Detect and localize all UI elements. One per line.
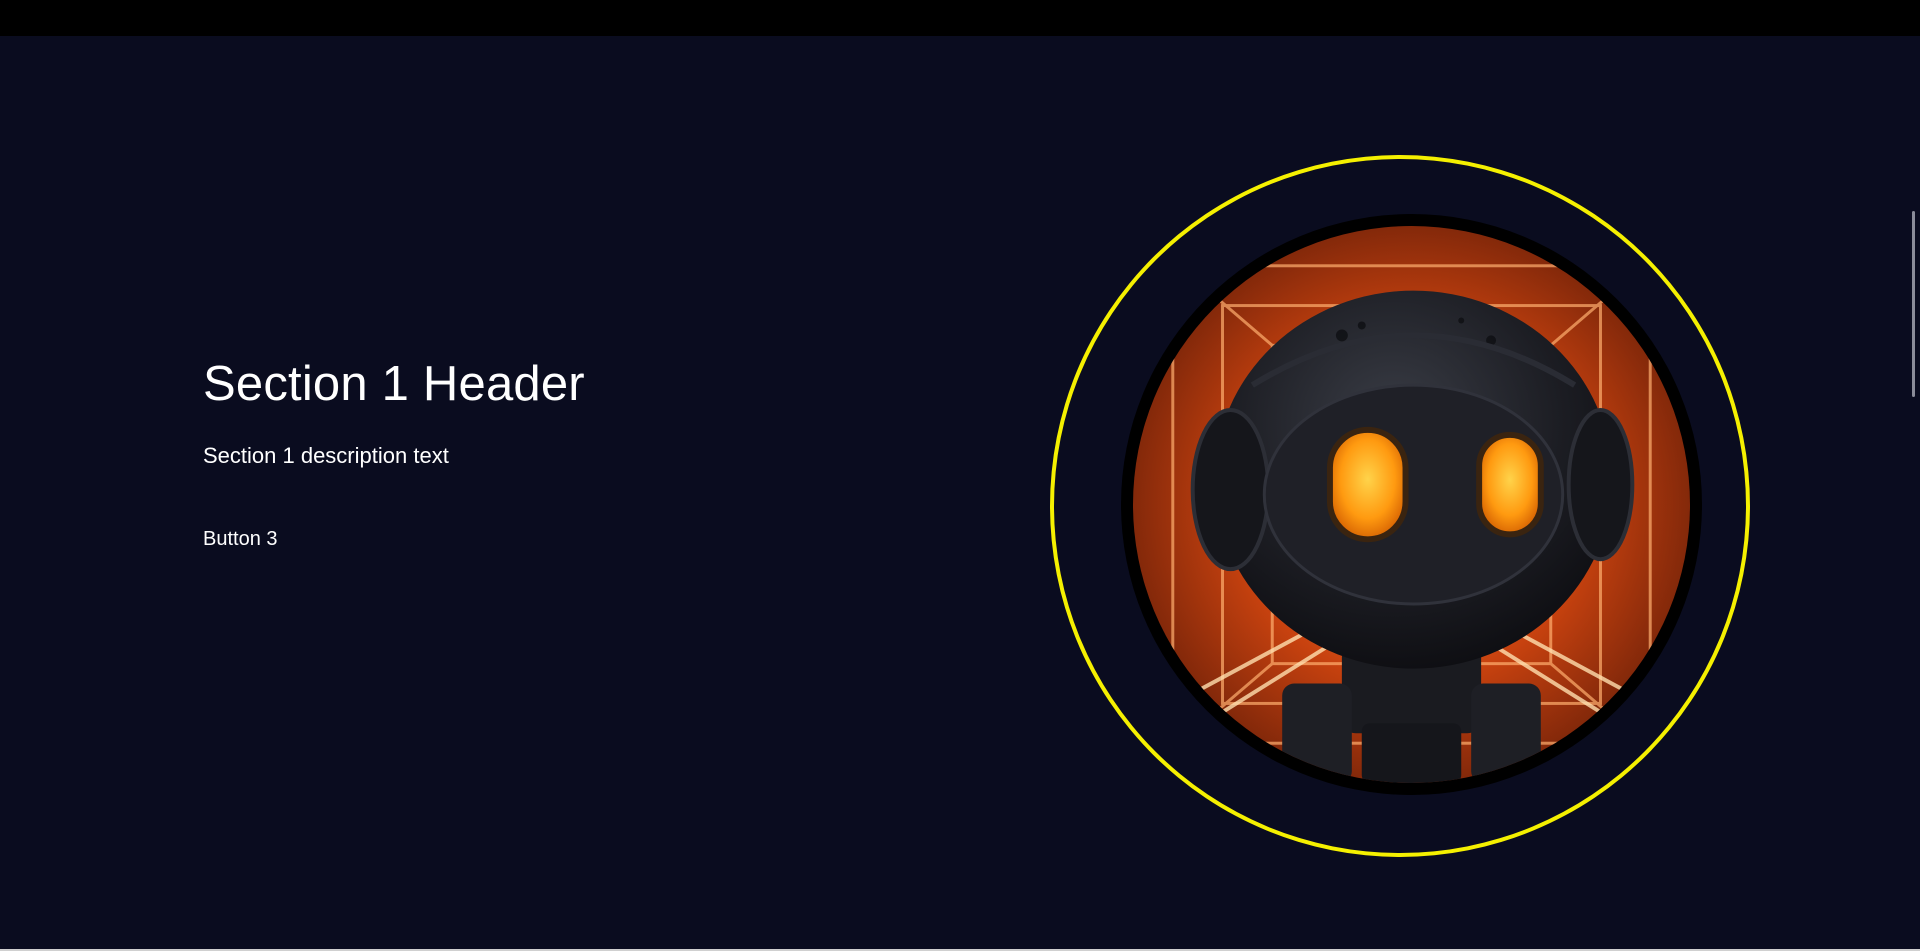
button-3[interactable]: Button 3 [203,529,278,549]
browser-top-bar [0,0,1920,36]
scrollbar-thumb[interactable] [1912,211,1915,397]
section-header: Section 1 Header [203,357,585,411]
robot-avatar-frame [1121,214,1702,795]
section-description: Section 1 description text [203,443,449,468]
section-1-content: Section 1 Header Section 1 description t… [203,360,585,550]
robot-avatar-image [1133,226,1690,783]
